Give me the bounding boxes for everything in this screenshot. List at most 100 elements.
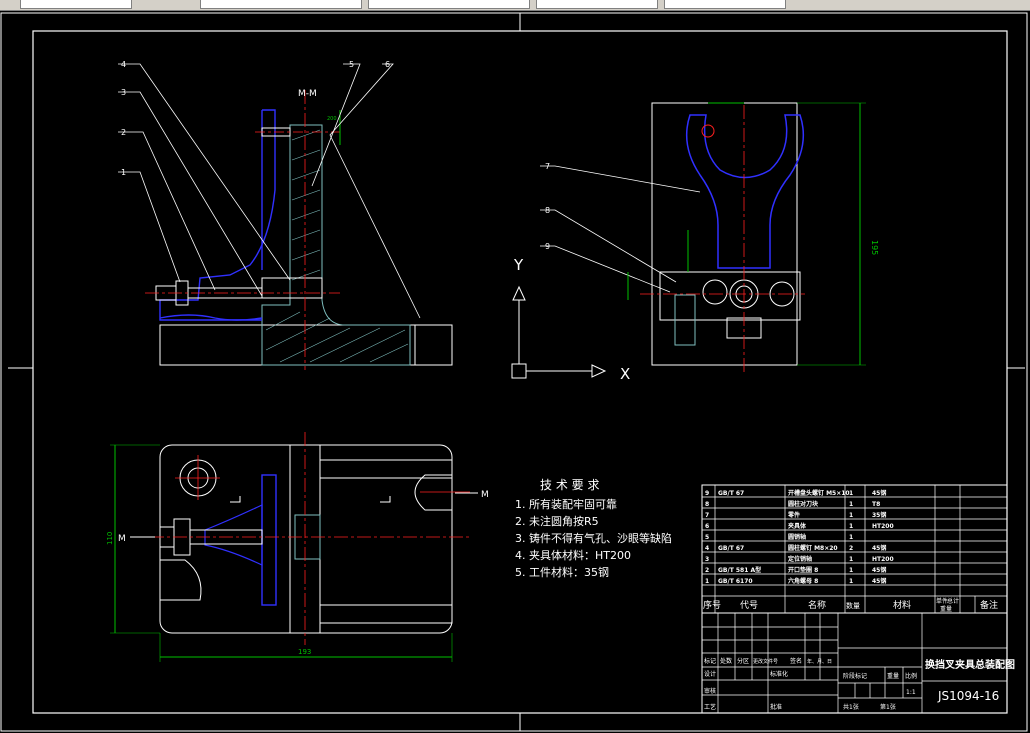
callout-6: 6: [385, 60, 390, 69]
tech-item-4: 4. 夹具体材料：HT200: [515, 548, 631, 562]
bom-row-7-no: 7: [705, 512, 709, 519]
drawing-canvas[interactable]: 200 M-M 1 2 3 4 5 6 7 8 9 195 Y X M M 19…: [0, 10, 1030, 733]
tech-requirements: 技 术 要 求 1. 所有装配牢固可靠 2. 未注圆角按R5 3. 铸件不得有气…: [515, 478, 672, 579]
label-mark: 标记: [704, 657, 716, 665]
toolbar-field-3[interactable]: [368, 0, 530, 9]
bom-header-code: 代号: [740, 600, 758, 611]
side-view: [627, 102, 866, 372]
bom-header-weight: 重量: [940, 605, 952, 613]
bom-header: 序号 代号 名称 数量 材料 单件 总计 重量 备注: [703, 597, 998, 613]
bom-row-6-qty: 1: [849, 523, 853, 530]
drawing-number: JS1094-16: [937, 689, 999, 703]
label-weight: 重量: [887, 672, 899, 680]
dim-height-left: 110: [106, 532, 114, 545]
dim-height-right: 195: [870, 240, 879, 255]
bom-header-no: 序号: [703, 599, 721, 611]
label-scale: 1:1: [906, 689, 916, 696]
cut-marker-right: M: [481, 490, 489, 500]
bom-row-9-code: GB/T 67: [718, 490, 744, 497]
bom-row-6-no: 6: [705, 523, 709, 530]
label-approve: 批准: [770, 703, 782, 711]
part-callouts: 1 2 3 4 5 6 7 8 9: [121, 60, 550, 251]
cut-marker-left: M: [118, 534, 126, 544]
inner-frame: [32, 30, 1008, 714]
bom-row-5-qty: 1: [849, 534, 853, 541]
bom-header-total-weight: 总计: [947, 597, 959, 605]
label-stage-mark: 阶段标记: [843, 672, 867, 680]
tech-item-2: 2. 未注圆角按R5: [515, 514, 599, 528]
bom-row-2-no: 2: [705, 567, 709, 574]
toolbar-field-2[interactable]: [200, 0, 362, 9]
bom-row-9-qty: 1: [849, 490, 853, 497]
bom-row-4-no: 4: [705, 545, 709, 552]
bom-row-4-name: 圆柱螺钉 M8×20: [788, 544, 838, 552]
bom-row-9-no: 9: [705, 490, 709, 497]
bom-row-1-code: GB/T 6170: [718, 578, 753, 585]
label-count: 处数: [720, 657, 732, 665]
plan-view: [110, 432, 478, 662]
label-sign: 签名: [790, 657, 802, 665]
bom-row-1-qty: 1: [849, 578, 853, 585]
label-process: 工艺: [704, 703, 716, 711]
bom-table: [701, 484, 1008, 614]
section-view-mm: 200: [145, 90, 453, 370]
bom-row-7-name: 零件: [787, 511, 800, 519]
label-change-doc: 更改文件号: [753, 658, 778, 665]
bom-row-1-no: 1: [705, 578, 709, 585]
callout-2: 2: [121, 128, 126, 137]
dim-width-bottom: 193: [298, 648, 311, 656]
bom-row-7-qty: 1: [849, 512, 853, 519]
bom-row-5-name: 圆销轴: [788, 533, 806, 541]
callout-9: 9: [545, 242, 550, 251]
axis-label-x: X: [620, 365, 630, 383]
bom-row-6-material: HT200: [872, 523, 894, 530]
label-design: 设计: [704, 670, 716, 678]
tech-item-3: 3. 铸件不得有气孔、沙眼等缺陷: [515, 531, 672, 545]
bom-row-2-code: GB/T 581 A型: [718, 566, 761, 574]
callout-3: 3: [121, 88, 126, 97]
bom-row-9-name: 开槽盘头螺钉 M5×10: [788, 489, 850, 497]
bom-row-3-no: 3: [705, 556, 709, 563]
bom-row-5-no: 5: [705, 534, 709, 541]
tech-item-1: 1. 所有装配牢固可靠: [515, 497, 617, 511]
callout-7: 7: [545, 162, 550, 171]
bom-row-8-material: T8: [872, 501, 880, 508]
bom-row-7-material: 35钢: [872, 511, 886, 519]
bom-row-2-material: 45钢: [872, 566, 886, 574]
bom-row-4-qty: 2: [849, 545, 853, 552]
bom-row-3-material: HT200: [872, 556, 894, 563]
label-ratio: 比例: [905, 672, 917, 680]
label-date: 年、月、日: [807, 658, 832, 665]
label-standardize: 标准化: [770, 670, 788, 678]
bom-row-9-material: 45钢: [872, 489, 886, 497]
bom-row-2-qty: 1: [849, 567, 853, 574]
bom-row-4-code: GB/T 67: [718, 545, 744, 552]
bom-header-remark: 备注: [980, 599, 998, 611]
bom-row-8-qty: 1: [849, 501, 853, 508]
bom-row-2-name: 开口垫圈 8: [788, 566, 818, 574]
bom-header-name: 名称: [808, 599, 826, 611]
part-leaders: [118, 63, 701, 319]
svg-text:200: 200: [327, 116, 337, 122]
bom-row-8-name: 圆柱对刀块: [788, 500, 819, 508]
label-sheet-total: 共1张: [843, 703, 859, 711]
bom-row-4-material: 45钢: [872, 544, 886, 552]
bom-row-6-name: 夹具体: [788, 522, 807, 530]
ucs-axis-icon: [511, 285, 607, 379]
callout-1: 1: [121, 168, 126, 177]
bom-row-1-name: 六角螺母 8: [788, 577, 818, 585]
bom-row-3-qty: 1: [849, 556, 853, 563]
label-review: 审核: [704, 687, 716, 695]
label-zone: 分区: [737, 657, 749, 665]
callout-8: 8: [545, 206, 550, 215]
outer-frame: [0, 12, 1028, 732]
toolbar-field-5[interactable]: [664, 0, 786, 9]
label-sheet-no: 第1张: [880, 703, 896, 711]
bom-header-qty: 数量: [846, 601, 860, 610]
bom-header-material: 材料: [893, 599, 911, 611]
bom-row-8-no: 8: [705, 501, 709, 508]
bom-row-3-name: 定位销轴: [787, 555, 812, 563]
toolbar-field-1[interactable]: [20, 0, 132, 9]
toolbar-field-4[interactable]: [536, 0, 658, 9]
axis-label-y: Y: [513, 256, 524, 274]
